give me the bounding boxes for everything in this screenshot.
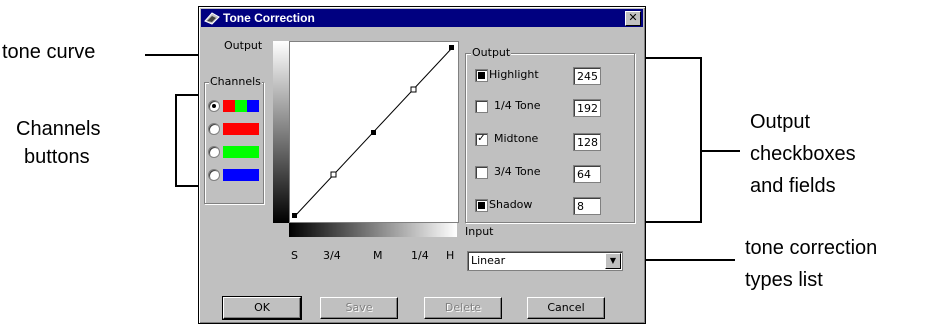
channels-group-label: Channels (209, 75, 262, 88)
ok-button[interactable]: OK (222, 296, 302, 320)
swatch-blue-channel (223, 169, 259, 181)
tick-3-4: 3/4 (323, 249, 341, 262)
chevron-down-icon: ▼ (609, 256, 617, 265)
curve-point-3-4 (330, 171, 337, 178)
curve-point-mid (371, 130, 376, 135)
curve-point-highlight (449, 45, 454, 50)
cancel-button[interactable]: Cancel (527, 297, 605, 319)
quarter-tone-field[interactable]: 192 (573, 99, 601, 117)
swatch-green (235, 100, 247, 112)
swatch-green-channel (223, 146, 259, 158)
dropdown-button[interactable]: ▼ (605, 253, 621, 269)
midtone-label: Midtone (494, 132, 539, 145)
output-axis-label: Output (224, 39, 263, 52)
channel-radio-blue[interactable] (208, 169, 220, 181)
tick-m: M (373, 249, 383, 262)
callout-output-line1: Output (750, 111, 811, 133)
callout-bracket-channels-vert (175, 94, 177, 186)
tick-1-4: 1/4 (411, 249, 429, 262)
tick-s: S (291, 249, 298, 262)
channel-radio-red[interactable] (208, 123, 220, 135)
delete-button[interactable]: Delete (424, 297, 502, 319)
highlight-field[interactable]: 245 (573, 67, 601, 85)
tone-correction-type-value: Linear (471, 254, 506, 267)
callout-line-output (700, 150, 740, 152)
quarter-tone-label: 1/4 Tone (494, 99, 541, 112)
tone-curve (292, 45, 454, 218)
callout-channels-line1: Channels (16, 118, 101, 140)
swatch-red (223, 100, 235, 112)
dialog-title: Tone Correction (223, 11, 315, 25)
curve-point-shadow (292, 213, 297, 218)
three-quarter-tone-field[interactable]: 64 (573, 165, 601, 183)
callout-bracket-output-vert (700, 57, 702, 223)
close-icon: ✕ (628, 11, 638, 24)
tone-correction-types-select[interactable]: Linear ▼ (467, 251, 623, 271)
callout-output-line3: and fields (750, 175, 836, 197)
three-quarter-tone-label: 3/4 Tone (494, 165, 541, 178)
output-group-label: Output (471, 46, 512, 59)
input-axis-label: Input (465, 225, 494, 238)
highlight-label: Highlight (489, 68, 539, 81)
curve-point-1-4 (410, 86, 417, 93)
shadow-field[interactable]: 8 (573, 197, 601, 215)
callout-types-line2: types list (745, 269, 823, 291)
tone-correction-dialog: Tone Correction ✕ Channels Output Input … (198, 6, 646, 324)
save-button[interactable]: Save (320, 297, 398, 319)
input-gradient-bar (289, 223, 457, 237)
three-quarter-tone-checkbox[interactable] (475, 166, 488, 179)
tone-curve-graph[interactable] (289, 41, 459, 223)
shadow-label: Shadow (489, 198, 533, 211)
callout-types-line1: tone correction (745, 237, 878, 259)
check-icon: ✓ (477, 133, 486, 144)
output-gradient-bar (273, 41, 289, 223)
shadow-checkbox[interactable] (475, 199, 488, 212)
tick-h: H (446, 249, 455, 262)
channel-radio-rgb[interactable] (208, 100, 220, 112)
channel-radio-green[interactable] (208, 146, 220, 158)
callout-output-line2: checkboxes (750, 143, 856, 165)
quarter-tone-checkbox[interactable] (475, 100, 488, 113)
midtone-checkbox[interactable]: ✓ (475, 133, 488, 146)
app-icon (204, 12, 220, 25)
callout-tone-curve: tone curve (2, 41, 96, 63)
midtone-field[interactable]: 128 (573, 133, 601, 151)
callout-channels-line2: buttons (24, 146, 90, 168)
close-button[interactable]: ✕ (625, 11, 641, 26)
highlight-checkbox[interactable] (475, 69, 488, 82)
title-bar[interactable]: Tone Correction ✕ (201, 9, 643, 27)
swatch-blue (247, 100, 259, 112)
swatch-red-channel (223, 123, 259, 135)
